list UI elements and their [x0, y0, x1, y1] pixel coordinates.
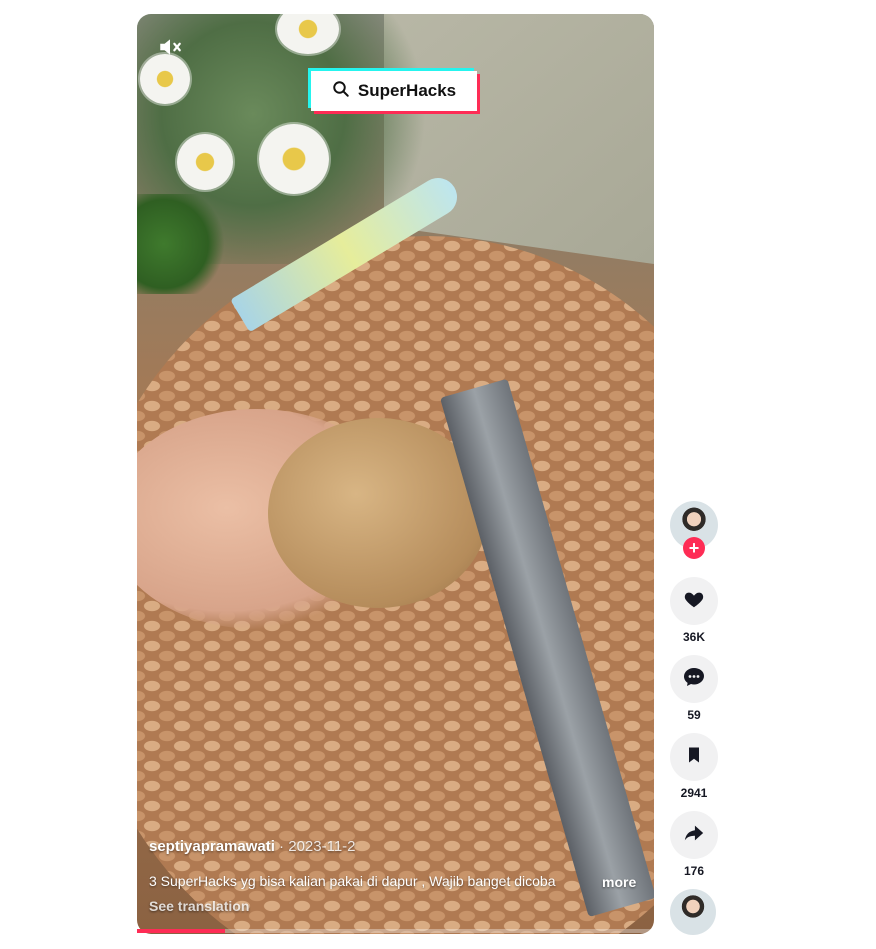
video-author-line: septiyapramawati · 2023-11-2 — [149, 838, 356, 855]
bookmark-icon — [684, 745, 704, 770]
author-username[interactable]: septiyapramawati — [149, 838, 275, 855]
music-disc-group — [670, 889, 718, 935]
see-translation-link[interactable]: See translation — [149, 898, 249, 914]
comment-action: 59 — [670, 655, 718, 722]
video-player[interactable] — [137, 14, 654, 934]
comment-count: 59 — [687, 708, 701, 722]
share-count: 176 — [683, 864, 705, 878]
like-count: 36K — [682, 630, 705, 644]
heart-icon — [683, 588, 705, 615]
video-flower — [140, 54, 190, 104]
plus-icon[interactable]: + — [683, 537, 705, 559]
music-disc-avatar[interactable] — [670, 889, 716, 935]
video-flower — [177, 134, 233, 190]
caption-more-button[interactable]: more — [602, 874, 636, 890]
video-progress-bar[interactable] — [137, 929, 654, 933]
brand-search-overlay: SuperHacks — [311, 71, 477, 111]
brand-text: SuperHacks — [357, 81, 457, 100]
creator-avatar-group: + — [670, 501, 718, 559]
share-arrow-icon — [683, 822, 705, 849]
date-separator: · — [274, 838, 289, 855]
creator-avatar[interactable]: + — [670, 501, 718, 559]
save-count: 2941 — [680, 786, 708, 800]
video-green-bush — [137, 194, 227, 294]
save-button[interactable] — [670, 733, 718, 781]
search-icon — [332, 80, 350, 103]
save-action: 2941 — [670, 733, 718, 800]
share-button[interactable] — [670, 811, 718, 859]
comment-button[interactable] — [670, 655, 718, 703]
like-button[interactable] — [670, 577, 718, 625]
like-action: 36K — [670, 577, 718, 644]
share-action: 176 — [670, 811, 718, 878]
video-flower — [259, 124, 329, 194]
speaker-muted-icon[interactable] — [157, 34, 183, 60]
post-date: 2023-11-2 — [288, 838, 356, 855]
video-progress-fill — [137, 929, 225, 933]
video-caption: 3 SuperHacks yg bisa kalian pakai di dap… — [149, 873, 556, 889]
comment-icon — [682, 665, 706, 694]
